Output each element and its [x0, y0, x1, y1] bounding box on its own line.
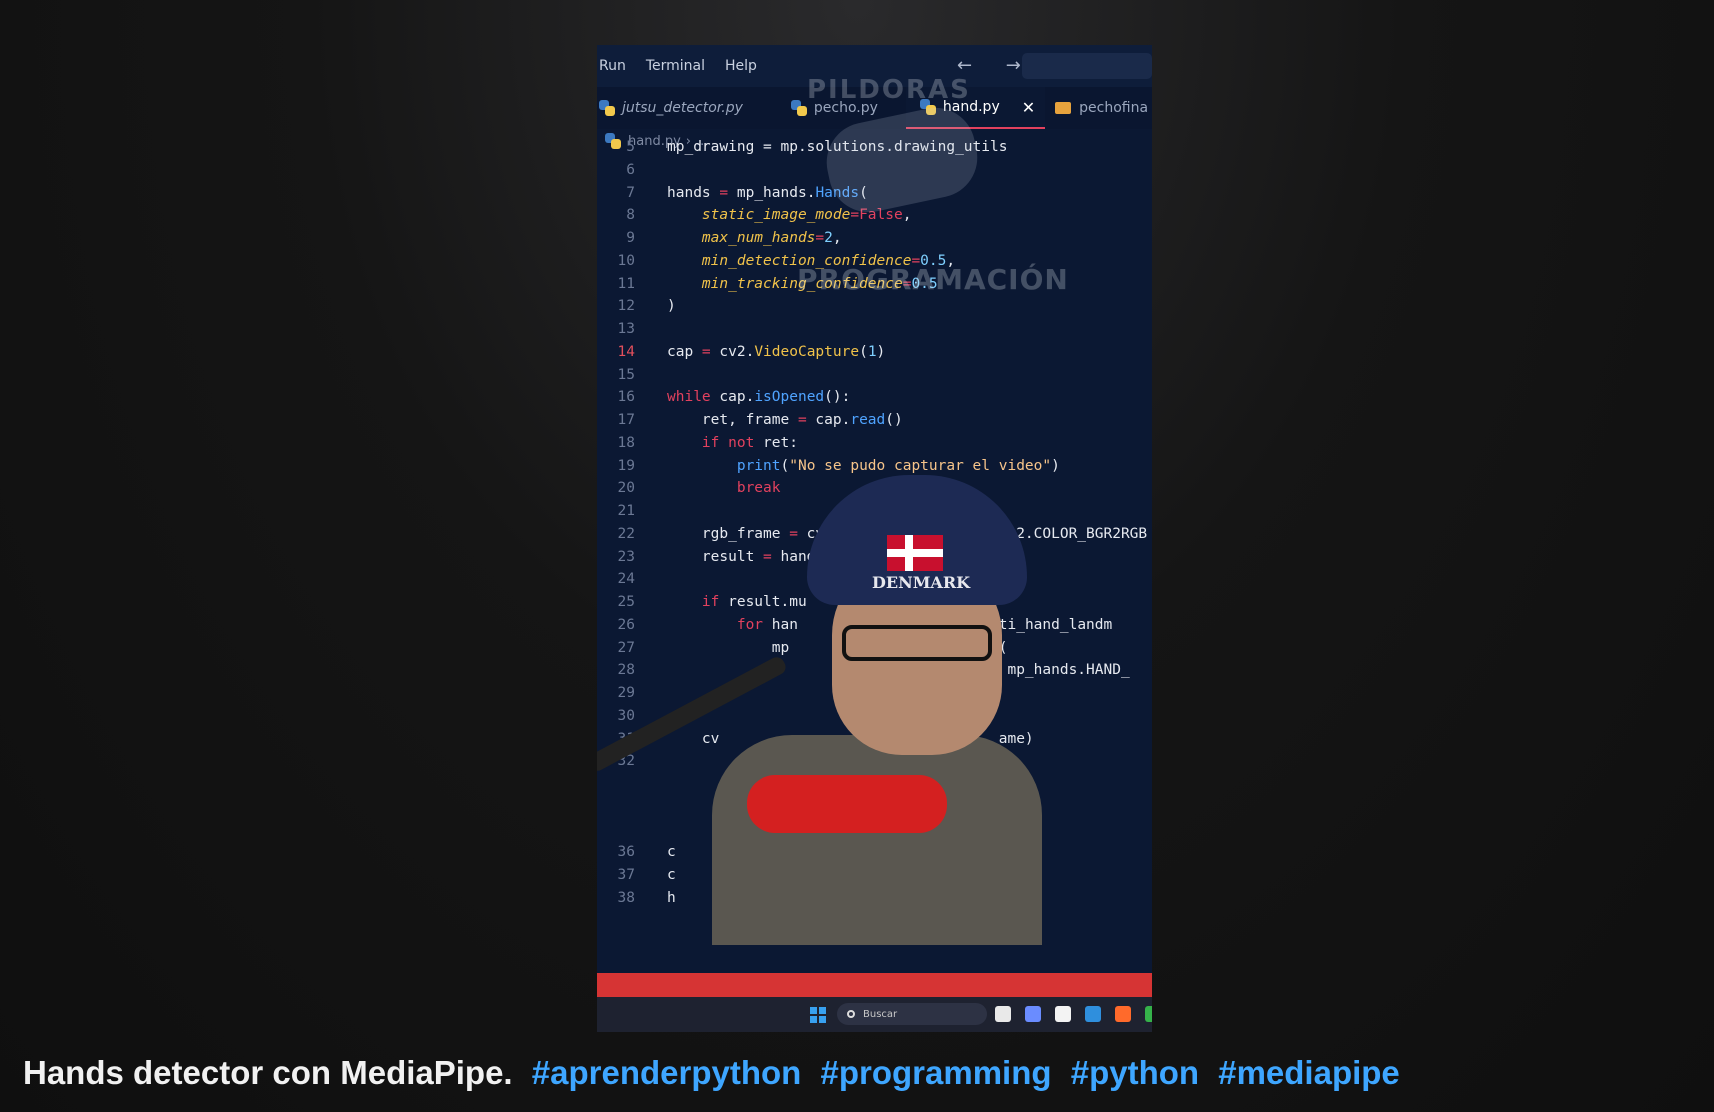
line-number: 22: [617, 525, 635, 542]
tab-jutsu-detector[interactable]: jutsu_detector.py: [597, 87, 749, 129]
code-line: ret, frame = cap.read(): [667, 412, 903, 428]
microphone: [747, 775, 947, 833]
hashtag-link[interactable]: #mediapipe: [1218, 1054, 1400, 1091]
line-number: 11: [617, 275, 635, 292]
hashtag-link[interactable]: #python: [1071, 1054, 1199, 1091]
task-view-icon[interactable]: [995, 1006, 1011, 1022]
python-icon: [599, 100, 615, 116]
line-number: 10: [617, 252, 635, 269]
watermark-logo: PILDORAS PROGRAMACIÓN: [797, 75, 1068, 315]
watermark-shape: [819, 100, 985, 220]
video-title: Hands detector con MediaPipe.: [23, 1054, 513, 1091]
code-line: print("No se pudo capturar el video"): [736, 457, 1060, 474]
line-number: 14: [617, 343, 635, 360]
line-number: 25: [617, 594, 635, 610]
code-line: while cap.isOpened():: [667, 389, 851, 406]
firefox-icon[interactable]: [1115, 1006, 1131, 1022]
store-icon[interactable]: [1055, 1006, 1071, 1022]
chrome-icon[interactable]: [1145, 1006, 1152, 1022]
line-number: 28: [617, 662, 635, 679]
line-number: 23: [617, 548, 635, 565]
line-number: 38: [617, 889, 635, 906]
line-number: 9: [626, 230, 635, 246]
glasses: [842, 625, 992, 661]
menu-run[interactable]: Run: [599, 58, 626, 74]
copilot-icon[interactable]: [1025, 1006, 1041, 1022]
code-line: ): [667, 298, 676, 315]
windows-start-icon[interactable]: [810, 1007, 826, 1023]
line-number: 18: [617, 434, 635, 451]
line-number: 20: [617, 480, 635, 497]
line-number: 17: [617, 412, 635, 428]
os-taskbar: Buscar: [597, 997, 1152, 1032]
mail-icon[interactable]: [1085, 1006, 1101, 1022]
line-number: 13: [617, 321, 635, 337]
line-number: 7: [626, 184, 635, 201]
line-number: 12: [617, 298, 635, 315]
line-number: 27: [617, 639, 635, 656]
hashtag-link[interactable]: #aprenderpython: [532, 1054, 802, 1091]
line-number: 26: [617, 616, 635, 633]
line-number: 36: [617, 844, 635, 861]
taskbar-search[interactable]: Buscar: [837, 1003, 987, 1025]
close-icon[interactable]: ✕: [1022, 98, 1035, 117]
watermark-bottom-text: PROGRAMACIÓN: [797, 263, 1069, 296]
video-progress-bar[interactable]: [597, 973, 1152, 997]
video-player[interactable]: Run Terminal Help ← → jutsu_detector.py …: [597, 45, 1152, 1032]
line-number: 21: [617, 503, 635, 519]
line-number: 37: [617, 867, 635, 883]
presenter-torso: [712, 735, 1042, 945]
line-number: 6: [626, 161, 635, 178]
line-number: 30: [617, 707, 635, 724]
beanie-text: DENMARK: [872, 573, 971, 592]
line-number: 5: [626, 139, 635, 155]
line-number: 19: [617, 457, 635, 474]
tab-label: pechofina: [1079, 100, 1149, 116]
taskbar-apps: [995, 1006, 1152, 1022]
command-search-input[interactable]: [1022, 53, 1152, 79]
code-line: if not ret:: [701, 434, 798, 451]
line-number: 8: [626, 207, 635, 224]
video-caption: Hands detector con MediaPipe. #aprenderp…: [23, 1054, 1400, 1092]
taskbar-search-placeholder: Buscar: [863, 1008, 898, 1020]
watermark-top-text: PILDORAS: [807, 75, 971, 105]
code-line: cap = cv2.VideoCapture(1): [667, 343, 886, 360]
line-number: 16: [617, 389, 635, 406]
tab-pechofina[interactable]: pechofina: [1053, 87, 1152, 129]
line-number: 15: [617, 366, 635, 383]
line-number: 29: [617, 685, 635, 701]
menu-help[interactable]: Help: [725, 58, 757, 74]
hashtag-link[interactable]: #programming: [821, 1054, 1052, 1091]
cake-icon: [1055, 102, 1072, 114]
search-icon: [847, 1010, 855, 1018]
webcam-overlay: DENMARK: [597, 475, 1137, 945]
danish-flag-icon: [887, 535, 943, 571]
line-number: 24: [617, 571, 635, 588]
tab-label: jutsu_detector.py: [622, 100, 743, 116]
menu-terminal[interactable]: Terminal: [646, 58, 705, 74]
